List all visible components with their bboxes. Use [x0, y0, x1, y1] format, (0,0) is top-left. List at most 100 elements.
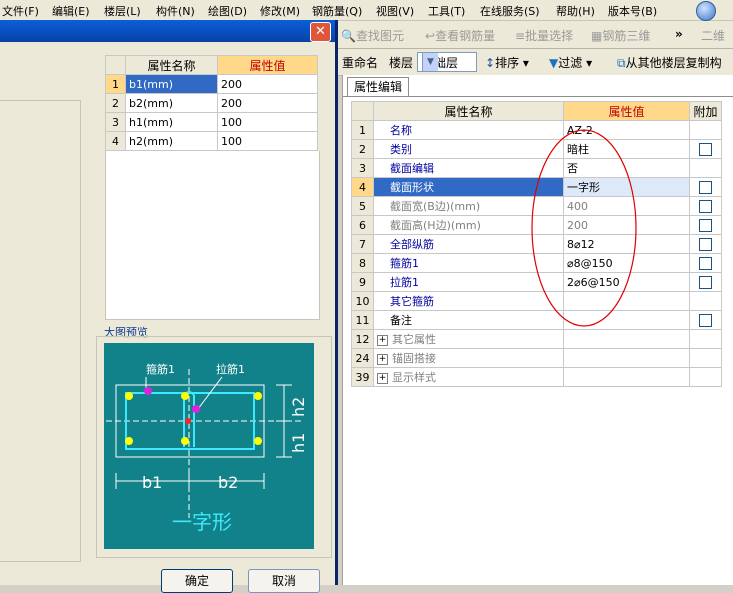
table-row-group[interactable]: 24 + 锚固搭接 [351, 348, 722, 368]
ok-button[interactable]: 确定 [161, 569, 233, 593]
extra-checkbox[interactable] [699, 218, 712, 232]
table-row-selected[interactable]: 1 b1(mm) 200 [105, 74, 318, 94]
section-preview: 箍筋1 拉筋1 b1 b2 h2 h1 一字形 [104, 343, 314, 549]
menu-file[interactable]: 文件(F) [2, 3, 39, 19]
rebar-dot [125, 437, 133, 445]
expand-plus-icon[interactable]: + [377, 334, 388, 346]
menu-floor[interactable]: 楼层(L) [104, 3, 141, 19]
floor-label: 楼层 [389, 56, 414, 70]
rebar-3d-button[interactable]: ▦钢筋三维 [591, 27, 650, 44]
rename-button[interactable]: 重命名 [342, 54, 378, 71]
filter-icon: ▼ [549, 56, 559, 70]
cancel-button[interactable]: 取消 [248, 569, 320, 593]
b1-label: b1 [142, 473, 162, 492]
dimension-value[interactable]: 200 [217, 74, 318, 94]
toolbar-main: 重命名 楼层 基础层 ▼ ↕排序 ▾ ▼过滤 ▾ ⧉从其他楼层复制构 [335, 49, 733, 76]
extra-checkbox[interactable] [699, 256, 712, 270]
extra-checkbox[interactable] [699, 180, 712, 194]
find-icon: 🔍 [341, 29, 356, 43]
row-index: 6 [351, 215, 374, 235]
rebar-dot [181, 437, 189, 445]
dialog-titlebar[interactable]: ✕ [0, 20, 335, 42]
dimension-name: b1(mm) [125, 74, 218, 94]
extra-checkbox[interactable] [699, 199, 712, 213]
header-extra: 附加 [689, 101, 722, 121]
menu-component[interactable]: 构件(N) [156, 3, 195, 19]
filter-button[interactable]: ▼过滤 ▾ [549, 54, 592, 71]
menu-modify[interactable]: 修改(M) [260, 3, 300, 19]
center-marker-dot [185, 418, 191, 424]
extra-cell [689, 215, 722, 235]
table-row-group[interactable]: 39 + 显示样式 [351, 367, 722, 387]
online-update-icon[interactable] [696, 1, 716, 21]
property-group[interactable]: + 其它属性 [373, 329, 564, 349]
row-index: 5 [351, 196, 374, 216]
property-value [563, 348, 690, 368]
menu-rebar-quantity[interactable]: 钢筋量(Q) [312, 3, 362, 19]
rebar-dot [181, 392, 189, 400]
extra-checkbox[interactable] [699, 237, 712, 251]
header-property-value: 属性值 [563, 101, 690, 121]
extra-checkbox[interactable] [699, 275, 712, 289]
dimension-value[interactable]: 100 [217, 131, 318, 151]
table-row-group[interactable]: 12 + 其它属性 [351, 329, 722, 349]
row-index: 4 [351, 177, 374, 197]
rebar-3d-icon: ▦ [591, 29, 603, 43]
row-index: 24 [351, 348, 374, 368]
row-index: 11 [351, 310, 374, 330]
view-rebar-button[interactable]: ↩查看钢筋量 [425, 27, 495, 44]
expand-plus-icon[interactable]: + [377, 372, 388, 384]
menu-version[interactable]: 版本号(B) [608, 3, 657, 19]
toolbar-overflow-button[interactable]: » [675, 27, 683, 41]
dimension-value[interactable]: 200 [217, 93, 318, 113]
rebar-dot [125, 392, 133, 400]
row-index: 2 [351, 139, 374, 159]
tab-property-edit[interactable]: 属性编辑 [347, 77, 410, 96]
toolbar-secondary: 🔍查找图元 ↩查看钢筋量 ≡批量选择 ▦钢筋三维 » 二维 [335, 21, 733, 49]
close-icon: ✕ [315, 24, 326, 39]
table-row[interactable]: 2 b2(mm) 200 [105, 93, 318, 113]
row-index: 3 [105, 112, 126, 132]
sort-icon: ↕ [485, 56, 496, 70]
menu-tools[interactable]: 工具(T) [428, 3, 465, 19]
menu-draw[interactable]: 绘图(D) [208, 3, 247, 19]
find-element-button[interactable]: 🔍查找图元 [341, 27, 404, 44]
annotation-ellipse [531, 129, 637, 327]
batch-select-button[interactable]: ≡批量选择 [515, 27, 573, 44]
copy-from-other-floor-button[interactable]: ⧉从其他楼层复制构 [617, 54, 722, 71]
extra-cell [689, 234, 722, 254]
extra-checkbox[interactable] [699, 313, 712, 327]
menu-help[interactable]: 帮助(H) [556, 3, 595, 19]
property-value [563, 329, 690, 349]
menu-view[interactable]: 视图(V) [376, 3, 414, 19]
chevron-down-icon[interactable]: ▼ [422, 53, 438, 71]
dimension-value[interactable]: 100 [217, 112, 318, 132]
menu-edit[interactable]: 编辑(E) [52, 3, 90, 19]
floor-select[interactable]: 基础层 ▼ [417, 52, 477, 72]
extra-cell [689, 253, 722, 273]
menu-bar: 文件(F) 编辑(E) 楼层(L) 构件(N) 绘图(D) 修改(M) 钢筋量(… [0, 0, 733, 21]
row-index: 4 [105, 131, 126, 151]
expand-plus-icon[interactable]: + [377, 353, 388, 365]
property-group[interactable]: + 锚固搭接 [373, 348, 564, 368]
tie-marker-dot [192, 405, 200, 413]
menu-online-service[interactable]: 在线服务(S) [480, 3, 540, 19]
table-row[interactable]: 3 h1(mm) 100 [105, 112, 318, 132]
h1-label: h1 [289, 433, 308, 453]
row-index: 39 [351, 367, 374, 387]
dimension-name: h2(mm) [125, 131, 218, 151]
sort-button[interactable]: ↕排序 ▾ [485, 54, 529, 71]
b2-label: b2 [218, 473, 238, 492]
row-index: 12 [351, 329, 374, 349]
table-row[interactable]: 4 h2(mm) 100 [105, 131, 318, 151]
property-group[interactable]: + 显示样式 [373, 367, 564, 387]
extra-checkbox[interactable] [699, 142, 712, 156]
two-d-button[interactable]: 二维 [701, 27, 725, 44]
shape-name-label: 一字形 [172, 510, 232, 534]
extra-cell [689, 272, 722, 292]
row-index: 9 [351, 272, 374, 292]
close-button[interactable]: ✕ [310, 22, 331, 42]
dialog-left-pane [0, 100, 81, 562]
extra-cell [689, 158, 722, 178]
tab-divider [343, 96, 733, 97]
